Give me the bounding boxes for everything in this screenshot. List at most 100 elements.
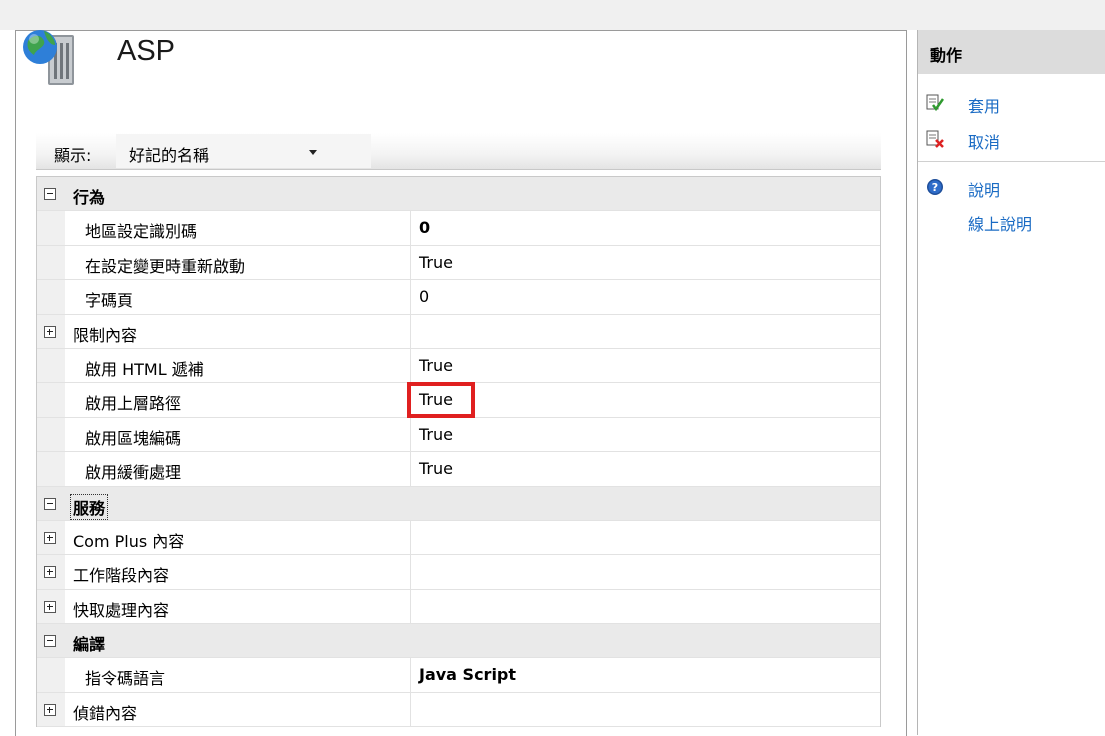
display-mode-dropdown[interactable]: 好記的名稱	[116, 134, 371, 168]
property-row[interactable]: 地區設定識別碼 0	[37, 211, 881, 246]
property-value-cell[interactable]: True	[410, 348, 881, 383]
property-value: 0	[419, 218, 431, 238]
apply-icon	[926, 94, 944, 112]
property-row[interactable]: 工作階段內容	[37, 555, 881, 590]
help-icon: ?	[927, 179, 943, 195]
display-toolbar: 顯示: 好記的名稱	[36, 133, 881, 170]
property-name: 啟用緩衝處理	[85, 463, 182, 483]
property-name: 字碼頁	[85, 291, 134, 311]
property-grid: 行為地區設定識別碼 0 在設定變更時重新啟動 True 字碼頁 0 限制內容啟用 HTML …	[36, 176, 881, 728]
help-action[interactable]: ? 說明	[918, 174, 1105, 200]
property-name: 啟用區塊編碼	[85, 428, 182, 448]
property-value-cell[interactable]: 0	[410, 280, 881, 314]
online-help-link[interactable]: 線上說明	[968, 211, 1032, 235]
property-row[interactable]: 字碼頁 0	[37, 280, 881, 315]
row-gutter	[37, 348, 65, 383]
property-value-cell[interactable]	[410, 589, 881, 624]
property-value-cell[interactable]: 0	[410, 211, 881, 245]
property-name: Com Plus 內容	[73, 531, 185, 551]
apply-action[interactable]: 套用	[918, 90, 1105, 116]
property-row[interactable]: 指令碼語言 Java Script	[37, 658, 881, 693]
cancel-link[interactable]: 取消	[968, 129, 1000, 153]
property-row[interactable]: 限制內容	[37, 314, 881, 349]
property-value: 0	[419, 287, 430, 307]
property-value-cell[interactable]: True	[410, 245, 881, 280]
row-gutter	[37, 520, 65, 555]
property-name: 指令碼語言	[85, 669, 166, 689]
actions-pane: 動作 套用 取消 ? 說明 線上說明	[917, 30, 1105, 735]
row-gutter	[37, 383, 65, 417]
property-name: 啟用上層路徑	[85, 394, 182, 414]
online-help-action[interactable]: 線上說明	[918, 208, 1105, 234]
cancel-action[interactable]: 取消	[918, 126, 1105, 152]
property-value: True	[419, 252, 453, 272]
property-row[interactable]: 在設定變更時重新啟動 True	[37, 245, 881, 281]
actions-divider	[918, 161, 1105, 162]
row-gutter	[37, 658, 65, 692]
row-gutter	[37, 486, 65, 520]
expand-icon[interactable]	[44, 600, 56, 613]
row-gutter	[37, 280, 65, 314]
property-name: 限制內容	[73, 325, 138, 345]
property-value: True	[419, 459, 453, 479]
page-title: ASP	[117, 35, 176, 67]
collapse-icon[interactable]	[44, 188, 56, 200]
property-value-cell[interactable]	[410, 520, 881, 555]
collapse-icon[interactable]	[44, 497, 56, 510]
row-gutter	[37, 692, 65, 727]
row-gutter	[37, 589, 65, 624]
property-value-cell	[410, 487, 880, 520]
property-name: 地區設定識別碼	[85, 222, 198, 242]
cancel-icon	[926, 130, 944, 148]
property-row[interactable]: 快取處理內容	[37, 589, 881, 625]
property-name: 行為	[73, 188, 106, 207]
svg-text:?: ?	[932, 181, 938, 194]
property-row[interactable]: 偵錯內容	[37, 692, 881, 728]
property-value-cell[interactable]: True	[410, 452, 881, 486]
property-value-cell[interactable]	[410, 692, 881, 727]
property-row[interactable]: Com Plus 內容	[37, 520, 881, 556]
expand-icon[interactable]	[44, 703, 56, 716]
row-gutter	[37, 624, 65, 658]
highlight-box	[407, 382, 475, 418]
display-label: 顯示:	[54, 146, 92, 165]
help-link[interactable]: 說明	[968, 177, 1000, 201]
asp-globe-server-icon	[23, 30, 74, 85]
category-row[interactable]: 編譯	[37, 624, 880, 659]
row-gutter	[37, 417, 65, 452]
property-name: 偵錯內容	[73, 703, 138, 723]
property-value: Java Script	[419, 665, 517, 685]
property-value-cell[interactable]: True	[410, 417, 881, 452]
property-name: 快取處理內容	[73, 600, 170, 620]
row-gutter	[37, 555, 65, 589]
chevron-down-icon[interactable]	[309, 150, 317, 155]
property-name: 編譯	[73, 635, 106, 655]
category-row[interactable]: 行為	[37, 177, 880, 212]
property-value-cell	[410, 177, 880, 210]
property-name: 啟用 HTML 遞補	[85, 359, 204, 379]
row-gutter	[37, 211, 65, 245]
property-value: True	[419, 355, 453, 375]
property-value-cell[interactable]	[410, 555, 881, 589]
property-value-cell[interactable]: True	[410, 383, 881, 417]
actions-header: 動作	[918, 30, 1105, 74]
collapse-icon[interactable]	[44, 635, 56, 648]
row-gutter	[37, 314, 65, 348]
property-value-cell[interactable]: Java Script	[410, 658, 881, 692]
category-row[interactable]: 服務	[37, 486, 880, 521]
property-row[interactable]: 啟用區塊編碼 True	[37, 417, 881, 453]
property-name: 在設定變更時重新啟動	[85, 256, 246, 276]
property-value: True	[419, 424, 453, 444]
apply-link[interactable]: 套用	[968, 93, 1000, 117]
row-gutter	[37, 245, 65, 280]
expand-icon[interactable]	[44, 566, 56, 579]
property-row[interactable]: 啟用 HTML 遞補 True	[37, 348, 881, 384]
expand-icon[interactable]	[44, 325, 56, 338]
property-row[interactable]: 啟用緩衝處理 True	[37, 452, 881, 487]
property-value-cell[interactable]	[410, 314, 881, 348]
top-bar	[0, 0, 1105, 30]
property-name: 服務	[70, 493, 109, 520]
expand-icon[interactable]	[44, 531, 56, 544]
property-name: 工作階段內容	[73, 566, 170, 586]
display-mode-value: 好記的名稱	[129, 146, 210, 165]
